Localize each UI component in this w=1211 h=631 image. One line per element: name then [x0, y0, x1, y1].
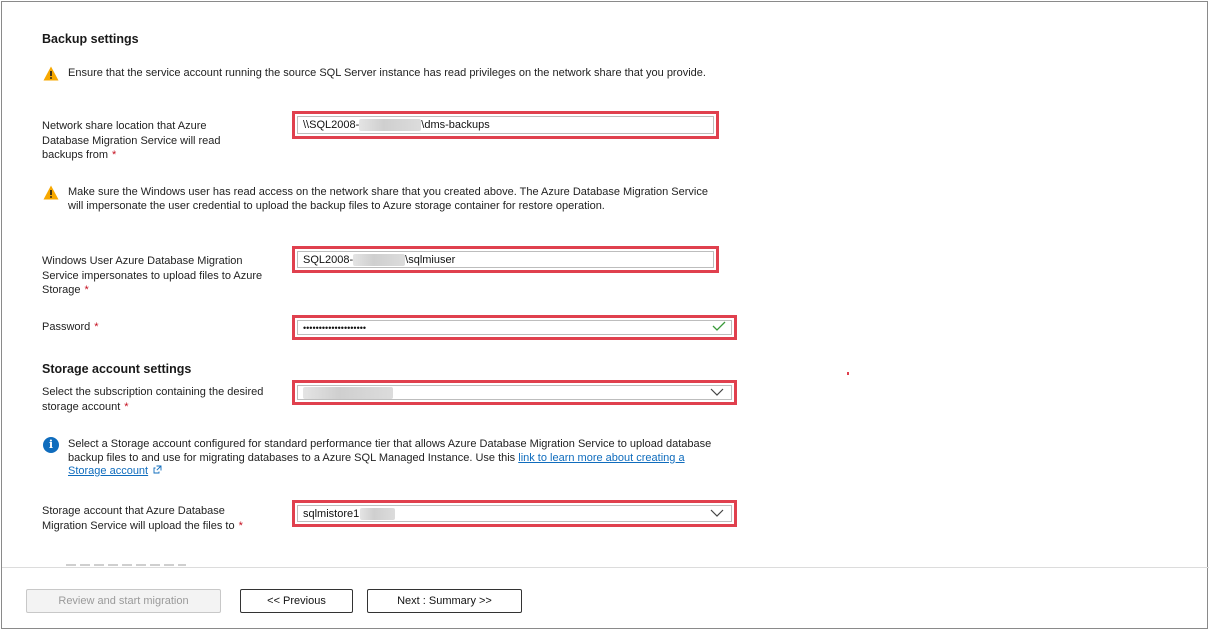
storage-account-label: Storage account that Azure Database Migr…	[42, 504, 267, 533]
windows-user-value-prefix: SQL2008-	[303, 253, 354, 266]
warning-icon	[43, 185, 59, 200]
footer-divider	[2, 567, 1209, 568]
password-label: Password *	[42, 320, 99, 335]
password-value: ••••••••••••••••••••	[303, 322, 367, 333]
warning-icon	[43, 66, 59, 81]
windows-user-value-suffix: \sqlmiuser	[405, 253, 456, 266]
windows-user-label: Windows User Azure Database Migration Se…	[42, 254, 274, 298]
valid-check-icon	[712, 321, 726, 331]
required-asterisk: *	[124, 400, 129, 413]
redacted-text	[360, 507, 396, 520]
required-asterisk: *	[84, 284, 89, 296]
redacted-text	[359, 119, 422, 131]
storage-account-dropdown[interactable]: sqlmistore1	[292, 500, 737, 527]
chevron-down-icon	[710, 388, 724, 396]
storage-settings-title: Storage account settings	[42, 362, 192, 376]
windows-user-warning: Make sure the Windows user has read acce…	[68, 186, 708, 212]
storage-info-note: Select a Storage account configured for …	[68, 438, 718, 479]
info-icon: i	[43, 437, 59, 453]
storage-account-value: sqlmistore1	[303, 507, 360, 520]
storage-account-label-text: Storage account that Azure Database Migr…	[42, 505, 235, 532]
redacted-text	[303, 386, 393, 399]
subscription-label-text: Select the subscription containing the d…	[42, 386, 264, 413]
password-input[interactable]: ••••••••••••••••••••	[292, 315, 737, 340]
required-asterisk: *	[112, 149, 117, 161]
subscription-label: Select the subscription containing the d…	[42, 385, 267, 414]
required-asterisk: *	[238, 519, 243, 532]
windows-user-input[interactable]: SQL2008- \sqlmiuser	[292, 246, 719, 273]
network-share-input[interactable]: \\SQL2008- \dms-backups	[292, 111, 719, 139]
external-link-icon	[153, 465, 162, 474]
network-share-value-suffix: \dms-backups	[421, 119, 490, 131]
redacted-text	[353, 253, 406, 266]
required-asterisk: *	[94, 321, 99, 333]
service-account-warning: Ensure that the service account running …	[68, 67, 706, 79]
previous-button[interactable]: << Previous	[240, 589, 353, 613]
review-and-start-button[interactable]: Review and start migration	[26, 589, 221, 613]
password-label-text: Password	[42, 321, 91, 333]
network-share-label: Network share location that Azure Databa…	[42, 119, 252, 163]
network-share-label-text: Network share location that Azure Databa…	[42, 120, 221, 161]
subscription-dropdown[interactable]	[292, 380, 737, 405]
windows-user-label-text: Windows User Azure Database Migration Se…	[42, 255, 263, 296]
next-summary-button[interactable]: Next : Summary >>	[367, 589, 522, 613]
network-share-value-prefix: \\SQL2008-	[303, 119, 360, 131]
backup-settings-title: Backup settings	[42, 32, 139, 46]
red-mark	[847, 372, 849, 375]
chevron-down-icon	[710, 509, 724, 517]
